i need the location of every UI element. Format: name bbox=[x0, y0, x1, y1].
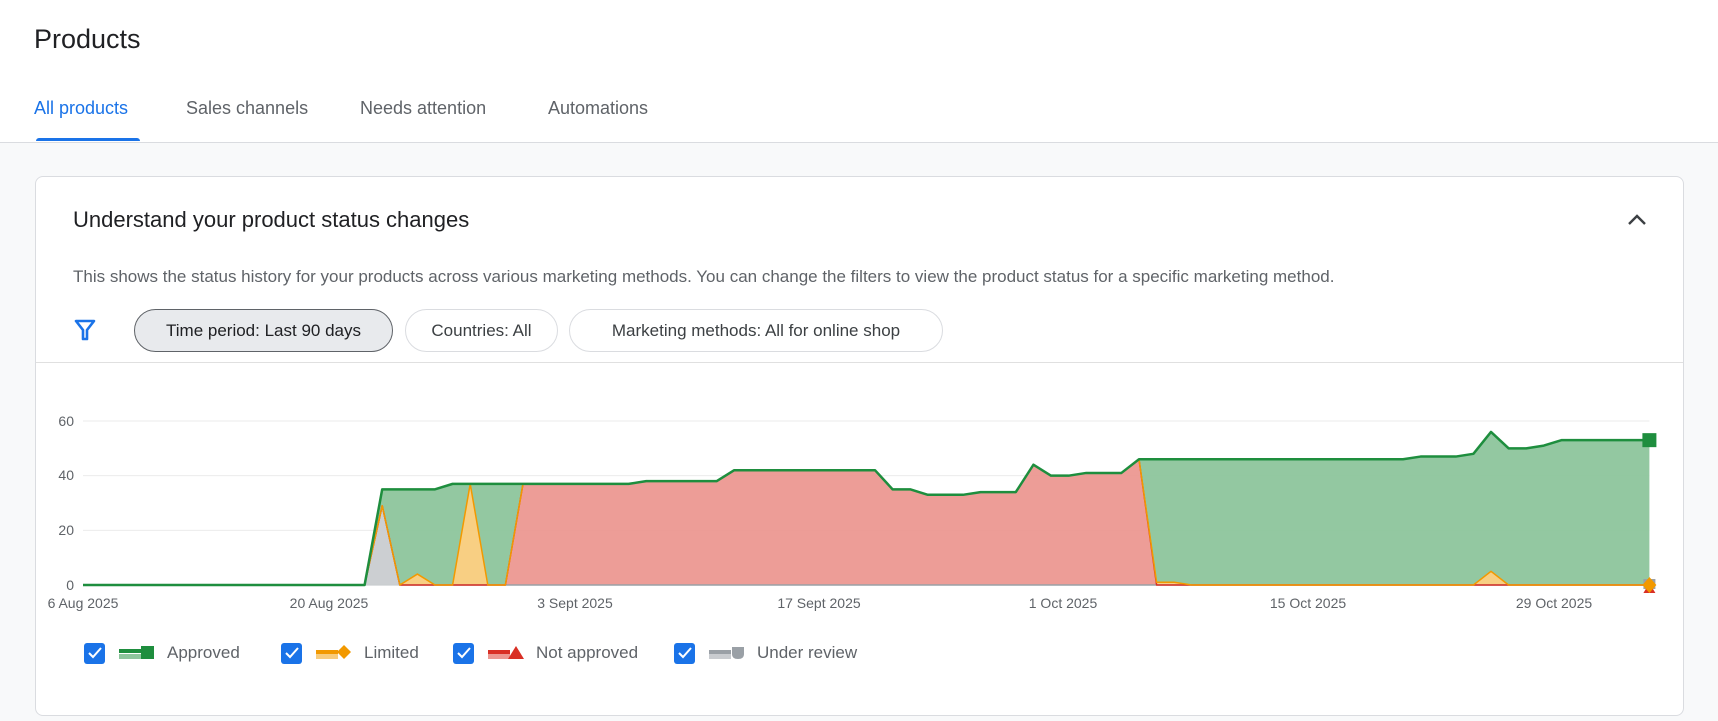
filter-chip-countries[interactable]: Countries: All bbox=[405, 309, 558, 352]
legend-limited[interactable]: Limited bbox=[281, 641, 419, 665]
limited-line bbox=[83, 458, 1650, 586]
limited-legend-icon bbox=[316, 645, 351, 659]
chevron-up-icon[interactable] bbox=[1622, 205, 1652, 235]
y-tick-label: 0 bbox=[66, 577, 74, 593]
under-review-line bbox=[83, 504, 1650, 586]
checkbox-under-review[interactable] bbox=[674, 642, 695, 664]
not-approved-legend-icon bbox=[488, 646, 524, 659]
legend-label: Limited bbox=[364, 643, 419, 662]
active-tab-indicator bbox=[36, 138, 140, 141]
legend-label: Not approved bbox=[536, 643, 639, 662]
approved-line bbox=[83, 430, 1650, 587]
x-tick-label: 6 Aug 2025 bbox=[48, 595, 119, 611]
card-description: This shows the status history for your p… bbox=[73, 267, 1335, 286]
page-header: Products All products Sales channels Nee… bbox=[0, 0, 1718, 143]
x-tick-label: 29 Oct 2025 bbox=[1516, 595, 1592, 611]
not-approved-area bbox=[83, 459, 1650, 585]
limited-end-marker bbox=[1642, 577, 1657, 593]
y-tick-label: 20 bbox=[58, 522, 74, 538]
y-tick-label: 60 bbox=[58, 413, 74, 429]
tab-sales-channels[interactable]: Sales channels bbox=[186, 98, 308, 119]
filter-chip-marketing-methods[interactable]: Marketing methods: All for online shop bbox=[569, 309, 943, 352]
filter-icon[interactable] bbox=[74, 318, 96, 342]
checkbox-not-approved[interactable] bbox=[453, 642, 474, 664]
approved-legend-icon bbox=[119, 646, 154, 659]
limited-area bbox=[83, 459, 1650, 585]
checkbox-limited[interactable] bbox=[281, 642, 302, 664]
x-tick-label: 3 Sept 2025 bbox=[537, 595, 613, 611]
under-review-area bbox=[83, 505, 1650, 585]
legend-label: Under review bbox=[757, 643, 858, 662]
approved-end-marker bbox=[1642, 433, 1657, 448]
x-tick-label: 1 Oct 2025 bbox=[1029, 595, 1098, 611]
under-review-end-marker bbox=[1643, 579, 1656, 589]
under-review-legend-icon bbox=[709, 647, 744, 659]
tab-automations[interactable]: Automations bbox=[548, 98, 648, 119]
legend-approved[interactable]: Approved bbox=[84, 641, 240, 665]
tab-all-products[interactable]: All products bbox=[34, 98, 128, 119]
status-changes-card: Understand your product status changes T… bbox=[35, 176, 1684, 716]
not-approved-end-marker bbox=[1643, 583, 1656, 593]
checkbox-approved[interactable] bbox=[84, 642, 105, 664]
not-approved-line bbox=[83, 458, 1650, 586]
x-tick-label: 17 Sept 2025 bbox=[777, 595, 861, 611]
filter-chip-time-period[interactable]: Time period: Last 90 days bbox=[134, 309, 393, 352]
card-title: Understand your product status changes bbox=[73, 207, 470, 232]
legend-not-approved[interactable]: Not approved bbox=[453, 641, 638, 665]
x-tick-label: 20 Aug 2025 bbox=[290, 595, 369, 611]
legend-label: Approved bbox=[167, 643, 240, 662]
divider bbox=[36, 362, 1683, 363]
approved-area bbox=[83, 431, 1650, 585]
page-title: Products bbox=[34, 24, 141, 54]
y-tick-label: 40 bbox=[58, 467, 74, 483]
x-tick-label: 15 Oct 2025 bbox=[1270, 595, 1346, 611]
legend-under-review[interactable]: Under review bbox=[674, 641, 857, 665]
tab-needs-attention[interactable]: Needs attention bbox=[360, 98, 486, 119]
